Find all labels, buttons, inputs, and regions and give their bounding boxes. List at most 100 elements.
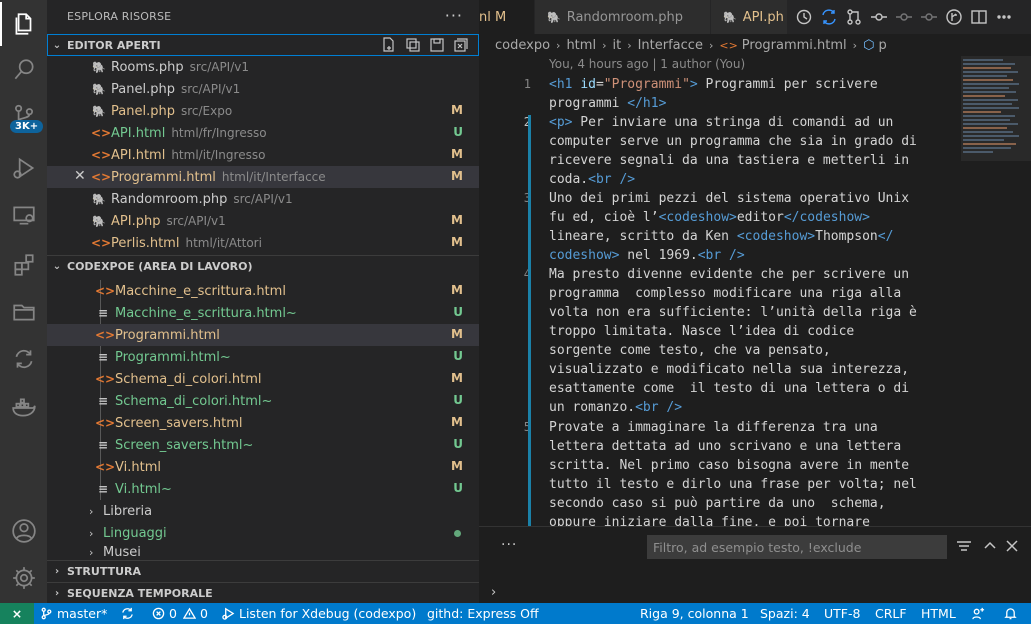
remote-indicator[interactable]: ⨯ — [0, 603, 34, 624]
tree-file[interactable]: ≡ Macchine_e_scrittura.html~ U — [47, 302, 479, 324]
minimap[interactable] — [963, 56, 1027, 161]
explorer-icon[interactable] — [0, 2, 47, 46]
open-editor-item[interactable]: 🐘 API.php src/API/v1 M — [47, 210, 479, 232]
panel-prompt[interactable]: › — [491, 585, 496, 600]
close-editor-icon[interactable]: ✕ — [74, 168, 86, 184]
open-editor-path: src/API/v1 — [233, 192, 293, 206]
git-commit-icon[interactable] — [870, 8, 888, 26]
timeline-history-icon[interactable] — [795, 8, 813, 26]
code-editor[interactable]: You, 4 hours ago | 1 author (You) 1 2 3 … — [479, 56, 961, 526]
toggle-vertical-icon[interactable] — [405, 37, 421, 53]
indentation-indicator[interactable]: Spazi: 4 — [760, 603, 810, 624]
cursor-position[interactable]: Riga 9, colonna 1 — [640, 603, 749, 624]
open-editor-item[interactable]: <> API.html html/fr/Ingresso U — [47, 122, 479, 144]
editor-area: nl M 🐘 Randomroom.php 🐘 API.ph codexpo › … — [479, 0, 1031, 603]
tab-programmi-html[interactable]: nl M — [479, 0, 535, 34]
live-share-icon[interactable] — [0, 337, 47, 381]
encoding-label: UTF-8 — [824, 606, 861, 621]
git-blame-annotation[interactable]: You, 4 hours ago | 1 author (You) — [549, 57, 745, 71]
docker-icon[interactable] — [0, 386, 47, 430]
close-panel-icon[interactable] — [1003, 537, 1021, 555]
workspace-header[interactable]: ⌄ CODEXPOE (AREA DI LAVORO) — [47, 255, 479, 277]
tree-file[interactable]: ≡ Schema_di_colori.html~ U — [47, 390, 479, 412]
tab-label: Randomroom.php — [566, 9, 684, 25]
open-editor-item[interactable]: 🐘 Rooms.php src/API/v1 — [47, 56, 479, 78]
folder-icon[interactable] — [0, 290, 47, 334]
breadcrumb-item[interactable]: it — [612, 38, 621, 53]
save-all-icon[interactable] — [429, 37, 445, 53]
tree-file[interactable]: <> Schema_di_colori.html M — [47, 368, 479, 390]
breadcrumb-item[interactable]: codexpo — [495, 38, 550, 53]
chevron-up-icon[interactable] — [981, 537, 999, 555]
search-icon[interactable] — [0, 48, 47, 92]
tree-folder[interactable]: › Linguaggi — [47, 522, 479, 544]
explorer-more-actions[interactable]: ··· — [445, 6, 463, 25]
symbol-element-icon: ⬡ — [863, 37, 875, 53]
previous-revision-icon[interactable] — [895, 8, 913, 26]
output-filter-input[interactable] — [647, 535, 947, 559]
open-editor-item[interactable]: 🐘 Randomroom.php src/API/v1 — [47, 188, 479, 210]
notifications-button[interactable] — [1004, 603, 1021, 624]
open-editor-item[interactable]: 🐘 Panel.php src/API/v1 — [47, 78, 479, 100]
tab-api-php[interactable]: 🐘 API.ph — [711, 0, 791, 34]
breadcrumb-item[interactable]: Interfacce — [638, 38, 703, 53]
tree-file[interactable]: <> Vi.html M — [47, 456, 479, 478]
tree-file-name: Screen_savers.html — [115, 415, 243, 431]
php-file-icon: 🐘 — [723, 10, 737, 24]
xdebug-launch[interactable]: Listen for Xdebug (codexpo) — [222, 603, 416, 624]
panel-more-actions[interactable]: ··· — [501, 537, 517, 553]
problems-indicator[interactable]: 0 0 — [152, 603, 208, 624]
open-editor-item[interactable]: <> Perlis.html html/it/Attori M — [47, 232, 479, 254]
filter-options-icon[interactable] — [955, 537, 973, 555]
open-editor-path: src/Expo — [180, 104, 233, 118]
open-editor-item[interactable]: 🐘 Panel.php src/Expo M — [47, 100, 479, 122]
eol-label: CRLF — [875, 606, 907, 621]
breadcrumb-item[interactable]: Programmi.html — [742, 38, 847, 53]
tab-bar: nl M 🐘 Randomroom.php 🐘 API.ph — [479, 0, 1031, 34]
open-editor-item[interactable]: <> API.html html/it/Ingresso M — [47, 144, 479, 166]
open-editor-item-active[interactable]: ✕ <> Programmi.html html/it/Interfacce M — [47, 166, 479, 188]
status-bar: ⨯ master* 0 0 Listen for Xdebug (codexpo… — [0, 603, 1031, 624]
outline-header[interactable]: › STRUTTURA — [47, 560, 479, 582]
remote-icon: ⨯ — [11, 606, 23, 621]
next-revision-icon[interactable] — [920, 8, 938, 26]
tree-file-selected[interactable]: <> Programmi.html M — [47, 324, 479, 346]
open-editor-path: src/API/v1 — [189, 60, 249, 74]
breadcrumb-item[interactable]: html — [566, 38, 596, 53]
tree-folder[interactable]: › Musei — [47, 544, 479, 560]
timeline-header[interactable]: › SEQUENZA TEMPORALE — [47, 582, 479, 604]
tree-file[interactable]: ≡ Vi.html~ U — [47, 478, 479, 500]
eol-indicator[interactable]: CRLF — [875, 603, 907, 624]
chevron-right-icon: › — [852, 38, 858, 52]
run-debug-icon[interactable] — [0, 146, 47, 190]
open-editor-path: html/it/Interfacce — [221, 170, 326, 184]
remote-explorer-icon[interactable] — [0, 193, 47, 237]
extensions-icon[interactable] — [0, 243, 47, 287]
more-actions-icon[interactable] — [995, 8, 1013, 26]
manage-gear-icon[interactable] — [0, 556, 47, 600]
feedback-button[interactable] — [972, 603, 989, 624]
tree-file[interactable]: <> Macchine_e_scrittura.html M — [47, 280, 479, 302]
tab-randomroom-php[interactable]: 🐘 Randomroom.php — [535, 0, 711, 34]
tree-file[interactable]: ≡ Programmi.html~ U — [47, 346, 479, 368]
git-status-badge: M — [451, 147, 463, 161]
tree-file[interactable]: <> Screen_savers.html M — [47, 412, 479, 434]
breadcrumb: codexpo › html › it › Interfacce › <> Program… — [479, 34, 959, 56]
split-editor-icon[interactable] — [970, 8, 988, 26]
language-mode[interactable]: HTML — [921, 603, 956, 624]
sync-button[interactable] — [121, 603, 138, 624]
branch-indicator[interactable]: master* — [40, 603, 107, 624]
accounts-icon[interactable] — [0, 509, 47, 553]
compare-changes-icon[interactable] — [820, 8, 838, 26]
gitlens-icon[interactable] — [945, 8, 963, 26]
new-untitled-file-icon[interactable] — [381, 37, 397, 53]
breadcrumb-item[interactable]: p — [878, 38, 886, 53]
open-changes-icon[interactable] — [845, 8, 863, 26]
encoding-indicator[interactable]: UTF-8 — [824, 603, 860, 624]
tree-file[interactable]: ≡ Screen_savers.html~ U — [47, 434, 479, 456]
close-all-editors-icon[interactable] — [453, 37, 469, 53]
open-editors-header[interactable]: ⌄ EDITOR APERTI — [47, 34, 479, 56]
git-status-badge: U — [453, 125, 463, 139]
tree-folder[interactable]: › Libreria — [47, 500, 479, 522]
githd-indicator[interactable]: githd: Express Off — [427, 603, 539, 624]
